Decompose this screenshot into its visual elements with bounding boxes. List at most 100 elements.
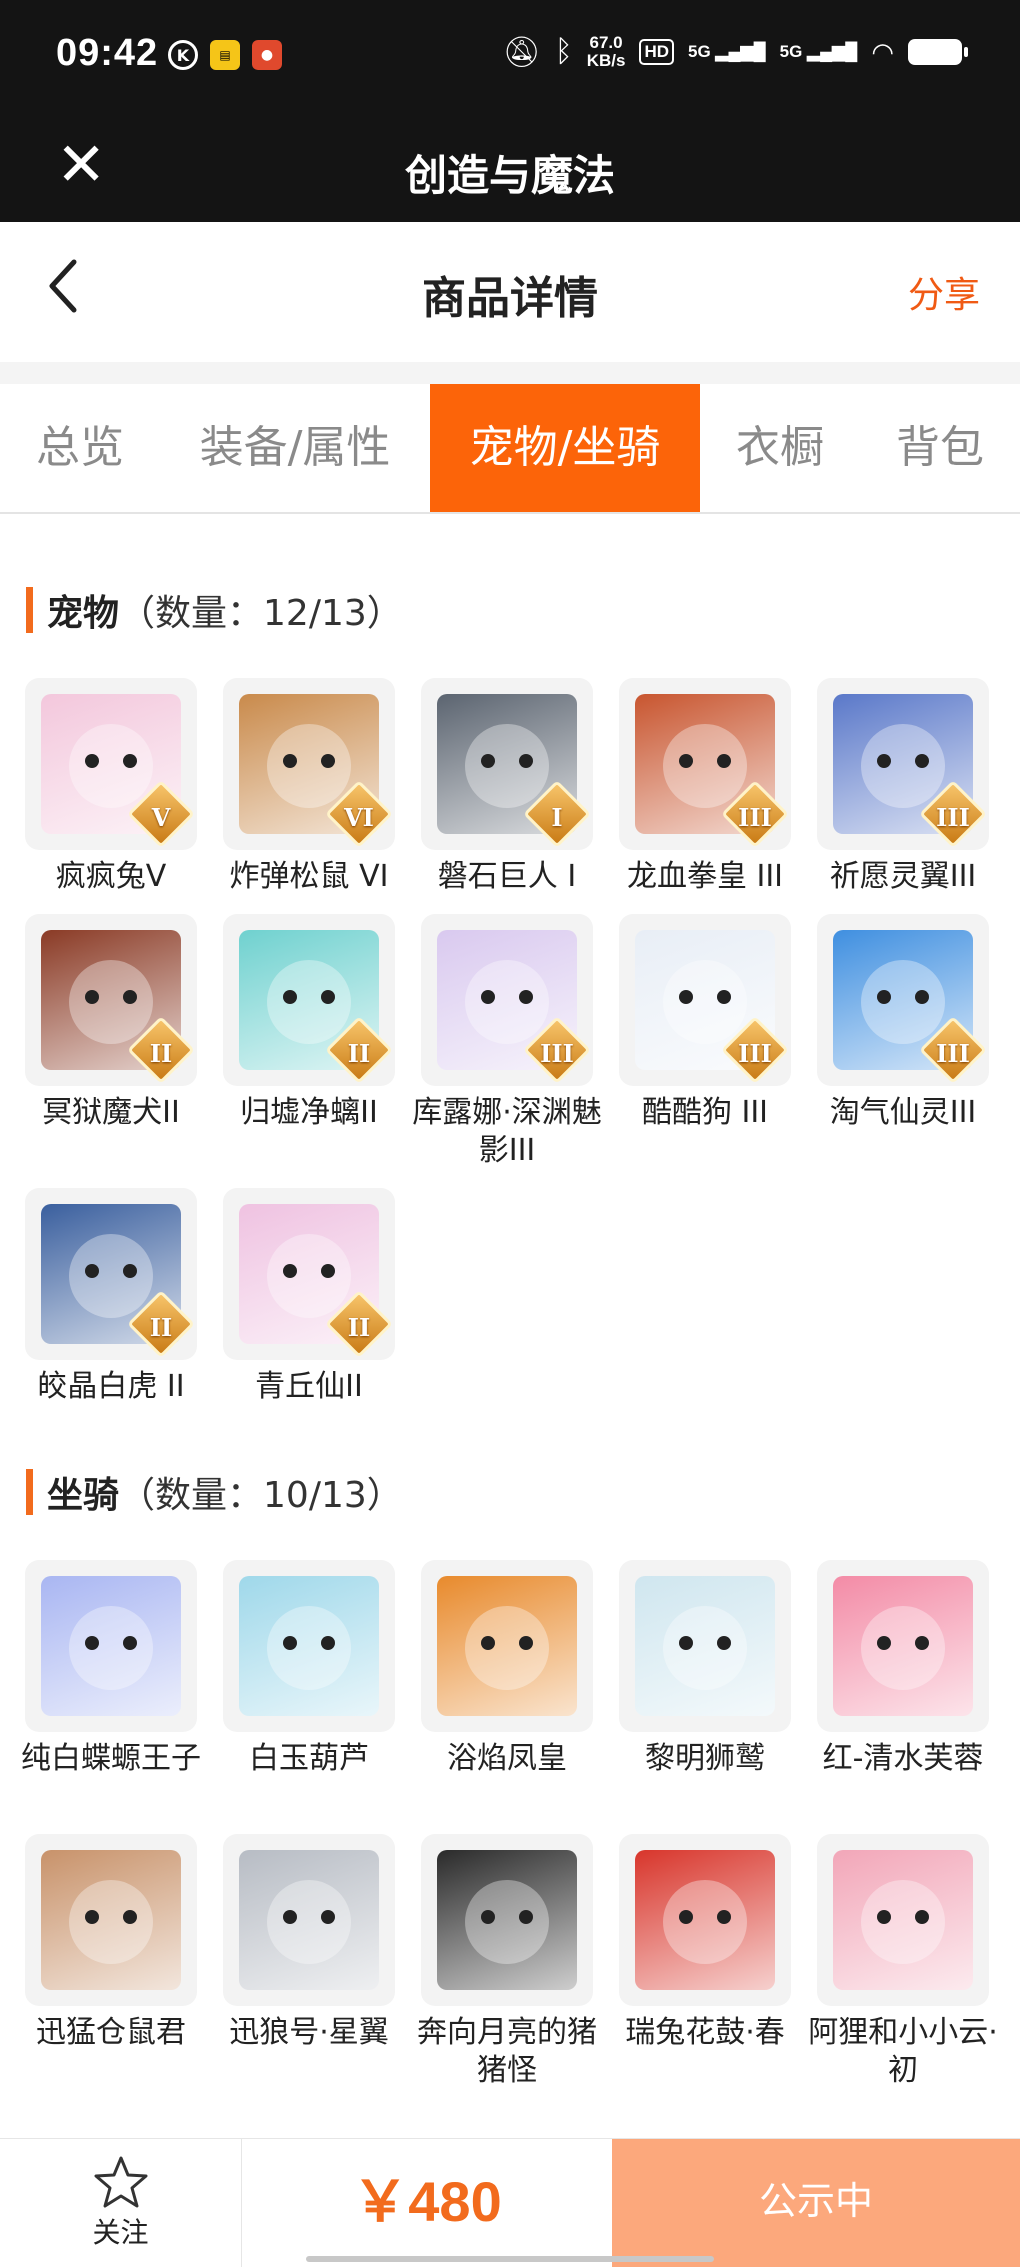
creature-shape	[69, 1606, 153, 1690]
mount-item[interactable]: 黎明狮鹫	[606, 1560, 804, 1778]
creature-shape	[465, 960, 549, 1044]
mount-item[interactable]: 瑞兔花鼓·春	[606, 1834, 804, 2052]
item-name: 淘气仙灵III	[829, 1095, 977, 1130]
creature-shape	[465, 1606, 549, 1690]
mount-item[interactable]: 迅狼号·星翼	[210, 1834, 408, 2052]
item-thumbnail: III	[619, 914, 791, 1086]
mount-item[interactable]: 红-清水芙蓉	[804, 1560, 1002, 1778]
pet-item[interactable]: III 祈愿灵翼III	[804, 678, 1002, 896]
creature-eye	[85, 1910, 99, 1924]
bluetooth-icon: ᛒ	[554, 35, 573, 68]
item-name: 龙血拳皇 III	[626, 859, 784, 894]
pet-item[interactable]: III 库露娜·深渊魅影III	[408, 914, 606, 1170]
creature-eye	[85, 754, 99, 768]
tab-equipment[interactable]: 装备/属性	[180, 384, 410, 512]
creature-eye	[915, 754, 929, 768]
item-artwork	[437, 1850, 577, 1990]
share-button[interactable]: 分享	[908, 266, 980, 318]
item-artwork	[833, 1850, 973, 1990]
item-name: 青丘仙II	[255, 1369, 363, 1404]
mount-item[interactable]: 浴焰凤皇	[408, 1560, 606, 1778]
creature-eye	[481, 1910, 495, 1924]
creature-shape	[465, 1880, 549, 1964]
creature-eye	[519, 990, 533, 1004]
pet-item[interactable]: II 青丘仙II	[210, 1188, 408, 1406]
star-icon	[94, 2156, 147, 2208]
app-title: 创造与魔法	[404, 151, 615, 200]
pet-item[interactable]: III 淘气仙灵III	[804, 914, 1002, 1132]
creature-eye	[85, 1264, 99, 1278]
item-name: 冥狱魔犬II	[42, 1095, 180, 1130]
tier-badge-label: II	[149, 1039, 173, 1068]
section-marker	[26, 1469, 33, 1515]
tier-badge-label: I	[551, 803, 563, 832]
creature-eye	[717, 990, 731, 1004]
mount-item[interactable]: 白玉葫芦	[210, 1560, 408, 1778]
mount-item[interactable]: 迅猛仓鼠君	[12, 1834, 210, 2052]
item-name: 浴焰凤皇	[447, 1741, 567, 1776]
pet-item[interactable]: I 磐石巨人 I	[408, 678, 606, 896]
item-thumbnail: V	[25, 678, 197, 850]
item-thumbnail	[619, 1834, 791, 2006]
creature-eye	[519, 1636, 533, 1650]
price: ￥480	[352, 2170, 502, 2233]
creature-eye	[915, 1910, 929, 1924]
creature-eye	[123, 1636, 137, 1650]
item-thumbnail	[817, 1560, 989, 1732]
creature-eye	[877, 1636, 891, 1650]
creature-eye	[283, 990, 297, 1004]
item-artwork	[437, 1576, 577, 1716]
creature-shape	[69, 960, 153, 1044]
item-name: 迅猛仓鼠君	[36, 2015, 186, 2050]
follow-button[interactable]: 关注	[0, 2139, 242, 2267]
item-thumbnail: III	[421, 914, 593, 1086]
news-app-icon: ▤	[210, 40, 240, 70]
tab-overview[interactable]: 总览	[12, 384, 148, 512]
item-name: 黎明狮鹫	[645, 1741, 765, 1776]
tab-pets-mounts[interactable]: 宠物/坐骑	[430, 384, 700, 512]
hd-icon: HD	[639, 39, 674, 65]
item-artwork	[41, 1576, 181, 1716]
creature-eye	[877, 990, 891, 1004]
item-name: 纯白蝶螈王子	[21, 1741, 201, 1776]
pet-item[interactable]: III 酷酷狗 III	[606, 914, 804, 1132]
creature-eye	[877, 754, 891, 768]
notification-icons: K ▤ ●	[168, 40, 282, 70]
tier-badge-label: III	[738, 1039, 772, 1068]
mount-item[interactable]: 奔向月亮的猪猪怪	[408, 1834, 606, 2090]
mount-item[interactable]: 阿狸和小小云·初	[804, 1834, 1002, 2090]
pets-section-title: 宠物 （数量：12/13）	[26, 586, 403, 634]
pet-item[interactable]: V 疯疯兔V	[12, 678, 210, 896]
item-artwork	[635, 1850, 775, 1990]
pet-item[interactable]: II 皎晶白虎 II	[12, 1188, 210, 1406]
pet-item[interactable]: III 龙血拳皇 III	[606, 678, 804, 896]
public-notice-button[interactable]: 公示中	[612, 2139, 1020, 2267]
tier-badge-label: II	[347, 1313, 371, 1342]
item-name: 迅狼号·星翼	[229, 2015, 389, 2050]
tier-badge-label: II	[347, 1039, 371, 1068]
creature-eye	[283, 1636, 297, 1650]
creature-eye	[321, 754, 335, 768]
creature-eye	[915, 990, 929, 1004]
creature-shape	[861, 1606, 945, 1690]
tab-wardrobe[interactable]: 衣橱	[720, 384, 840, 512]
creature-shape	[663, 960, 747, 1044]
item-thumbnail	[223, 1560, 395, 1732]
tab-backpack[interactable]: 背包	[880, 384, 1000, 512]
creature-eye	[481, 754, 495, 768]
creature-eye	[679, 990, 693, 1004]
bottom-action-bar: 关注 ￥480 公示中	[0, 2138, 1020, 2267]
creature-eye	[679, 1636, 693, 1650]
creature-shape	[267, 1880, 351, 1964]
creature-eye	[321, 1910, 335, 1924]
mounts-section-title: 坐骑 （数量：10/13）	[26, 1468, 403, 1516]
pet-item[interactable]: VI 炸弹松鼠 VI	[210, 678, 408, 896]
creature-shape	[465, 724, 549, 808]
pet-item[interactable]: II 归墟净螭II	[210, 914, 408, 1132]
creature-shape	[267, 1234, 351, 1318]
pet-item[interactable]: II 冥狱魔犬II	[12, 914, 210, 1132]
mount-item[interactable]: 纯白蝶螈王子	[12, 1560, 210, 1778]
creature-shape	[861, 960, 945, 1044]
k-app-icon: K	[168, 40, 198, 70]
creature-shape	[267, 960, 351, 1044]
